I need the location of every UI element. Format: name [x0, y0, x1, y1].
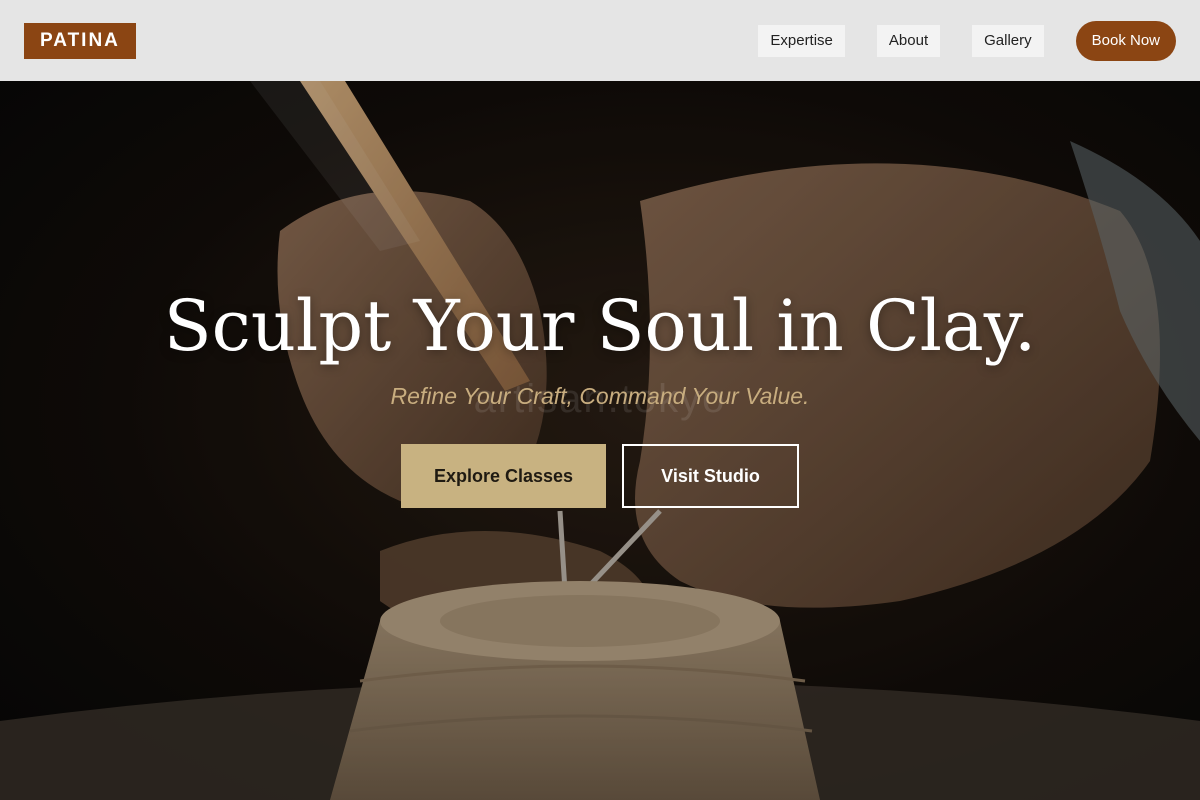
site-header: PATINA Expertise About Gallery Book Now	[0, 0, 1200, 81]
hero-content: Sculpt Your Soul in Clay. Refine Your Cr…	[0, 291, 1200, 508]
hero-buttons: Explore Classes Visit Studio	[0, 444, 1200, 508]
hero-section: artisan.tokyo Sculpt Your Soul in Clay. …	[0, 81, 1200, 800]
nav-link-gallery[interactable]: Gallery	[972, 24, 1044, 57]
nav-link-expertise[interactable]: Expertise	[758, 24, 845, 57]
nav-link-about[interactable]: About	[876, 24, 941, 57]
book-now-button[interactable]: Book Now	[1075, 20, 1176, 61]
visit-studio-button[interactable]: Visit Studio	[622, 444, 799, 508]
explore-classes-button[interactable]: Explore Classes	[401, 444, 606, 508]
main-nav: Expertise About Gallery Book Now	[758, 20, 1176, 61]
logo[interactable]: PATINA	[24, 22, 136, 59]
hero-title: Sculpt Your Soul in Clay.	[163, 285, 1037, 367]
hero-subtitle: Refine Your Craft, Command Your Value.	[390, 383, 810, 409]
